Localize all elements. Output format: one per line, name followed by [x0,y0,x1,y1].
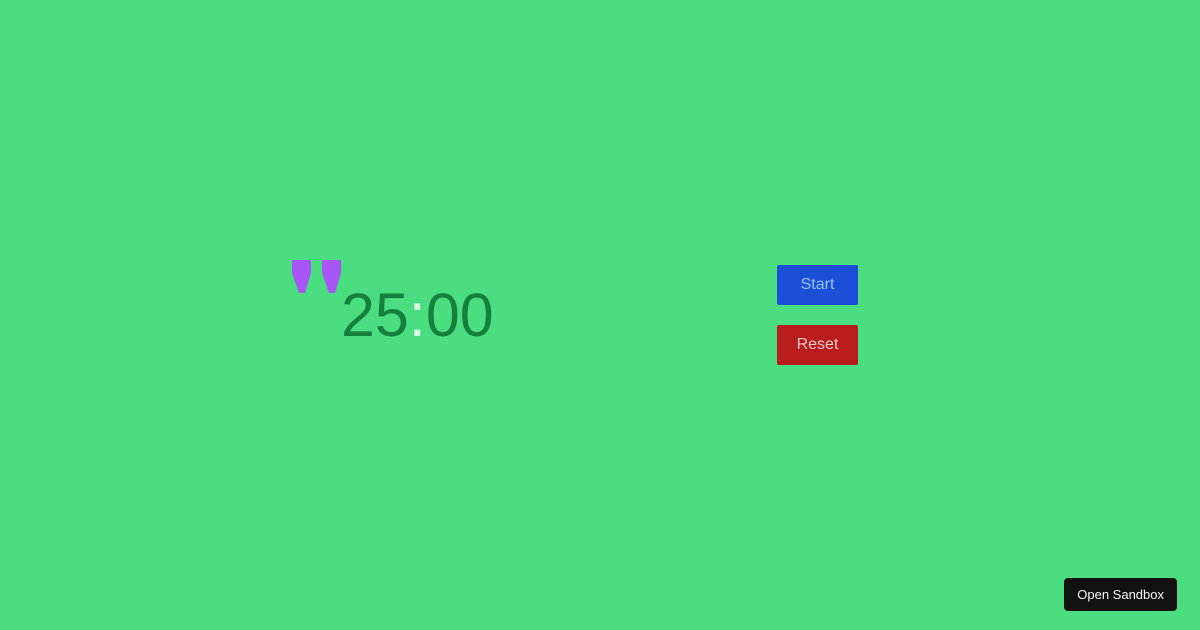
pomodoro-app: 25:00 Start Reset Open Sandbox [0,0,1200,630]
start-button[interactable]: Start [777,265,858,305]
timer-group: 25:00 [291,258,501,350]
timer-separator: : [408,281,426,349]
quote-icon [292,260,341,293]
timer-minutes: 25 [341,281,409,349]
reset-button[interactable]: Reset [777,325,858,365]
timer-seconds: 00 [425,281,494,349]
timer-display: 25:00 [341,280,494,350]
open-sandbox-button[interactable]: Open Sandbox [1064,578,1177,611]
